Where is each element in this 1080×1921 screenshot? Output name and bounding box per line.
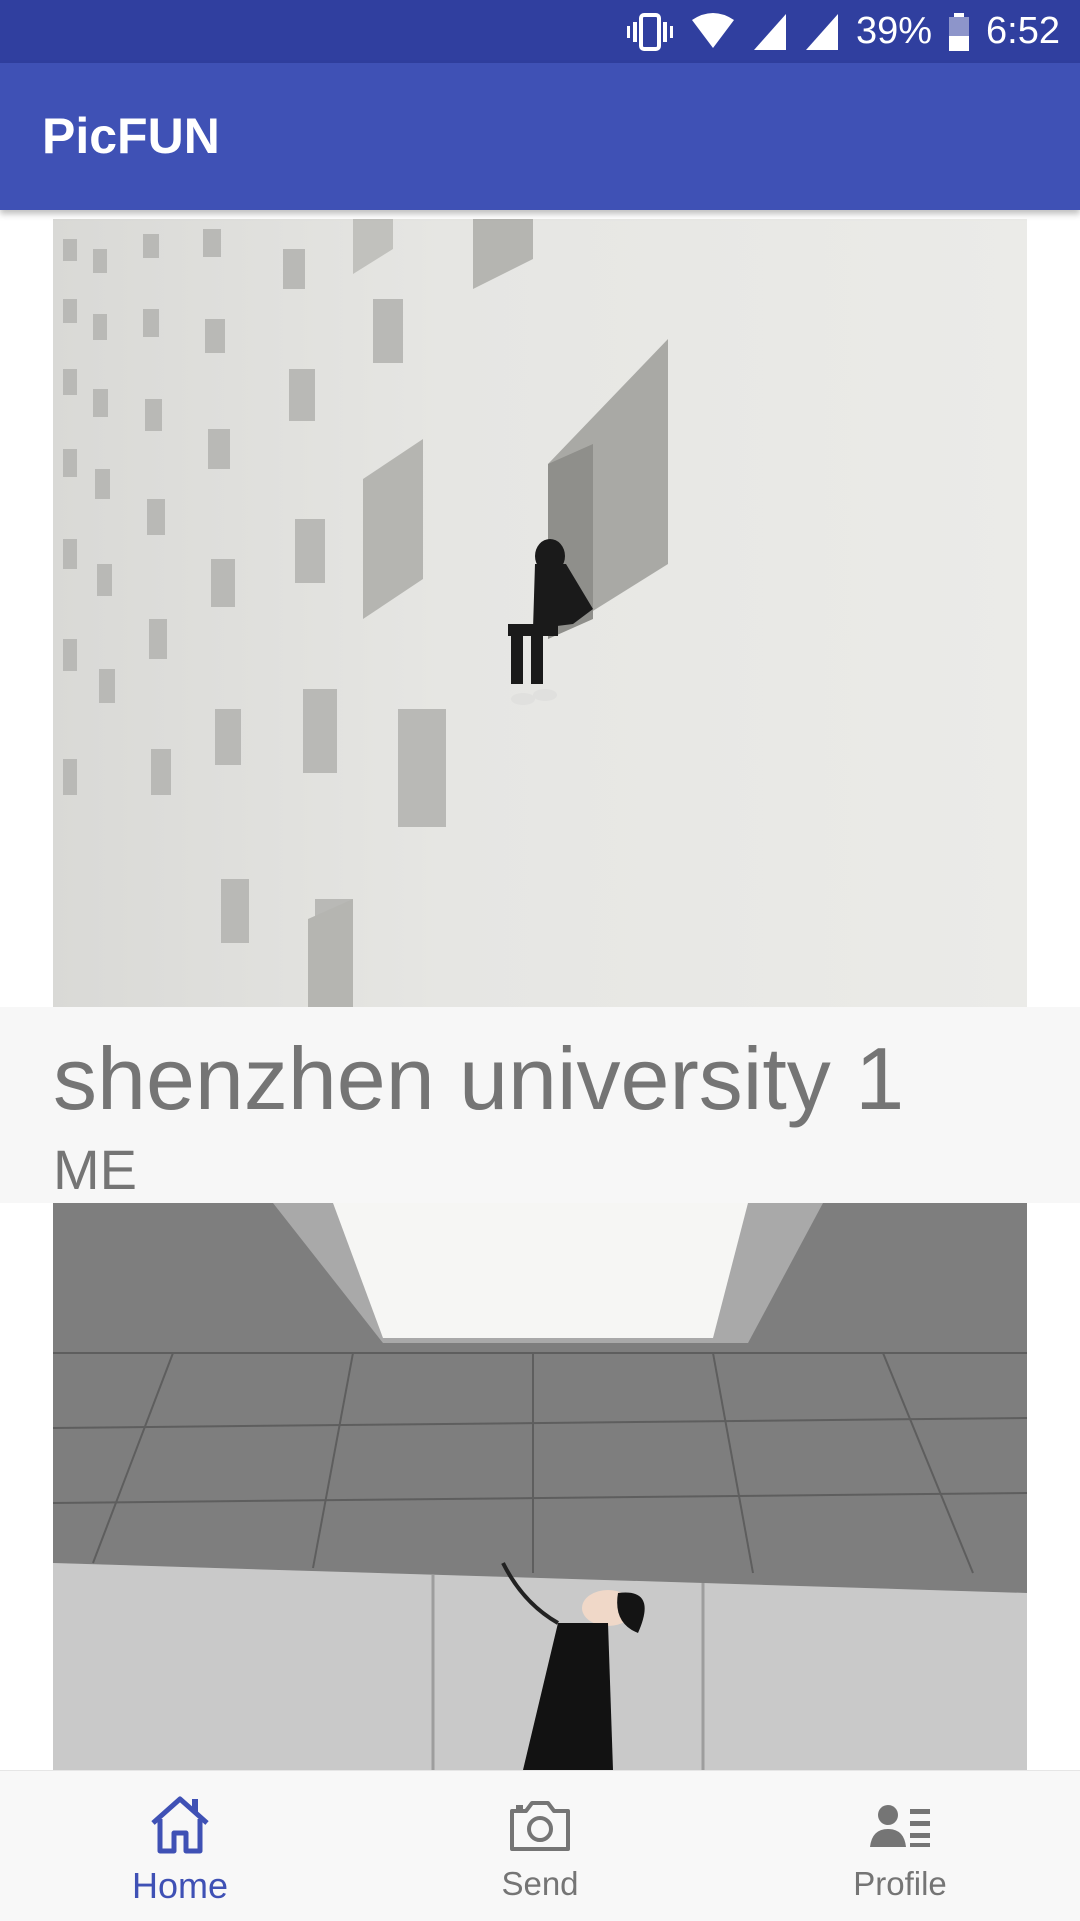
profile-icon [868,1793,932,1857]
battery-percent: 39% [855,10,933,52]
home-icon [148,1793,212,1857]
bottom-navigation: Home Send Profile [0,1770,1080,1921]
vibrate-icon [626,12,674,52]
nav-home[interactable]: Home [0,1771,360,1921]
nav-label-send: Send [501,1865,579,1902]
nav-label-profile: Profile [853,1865,947,1902]
post-title: shenzhen university 1 [53,1029,905,1128]
wifi-icon [690,12,736,52]
camera-icon [508,1793,572,1857]
battery-icon [948,12,970,52]
nav-label-home: Home [131,1865,229,1906]
status-bar: 39% 6:52 [0,0,1080,63]
app-bar: PicFUN [0,63,1080,210]
post-image[interactable] [53,219,1027,1016]
nav-profile[interactable]: Profile [720,1771,1080,1921]
signal-icon [804,12,840,52]
post-image[interactable] [53,1203,1027,1770]
status-icons: 39% 6:52 [626,0,1060,63]
post-author: ME [53,1138,137,1201]
post-caption[interactable]: shenzhen university 1 ME [0,1007,1080,1203]
photo-feed[interactable]: shenzhen university 1 ME [0,210,1080,1770]
app-title: PicFUN [42,108,220,164]
clock: 6:52 [986,10,1060,52]
signal-icon [752,12,788,52]
nav-send[interactable]: Send [360,1771,720,1921]
